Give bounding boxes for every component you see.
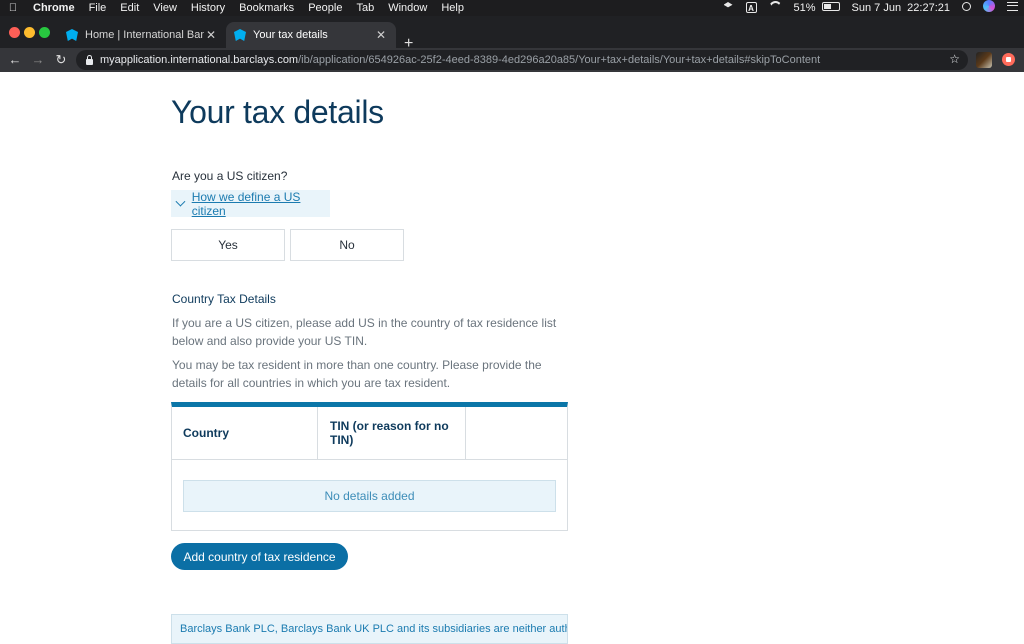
tab-your-tax-details[interactable]: Your tax details ✕ — [226, 22, 396, 48]
menu-edit[interactable]: Edit — [113, 0, 146, 16]
page-content: Your tax details Are you a US citizen? H… — [0, 72, 1024, 640]
apple-menu-icon[interactable]:  — [0, 2, 26, 14]
siri-icon[interactable] — [983, 0, 995, 12]
tab-label: Your tax details — [253, 29, 374, 41]
table-divider — [172, 459, 567, 460]
close-window-button[interactable] — [9, 27, 20, 38]
column-header-tin: TIN (or reason for no TIN) — [318, 407, 466, 459]
page-title: Your tax details — [171, 94, 384, 131]
tax-residency-instruction: You may be tax resident in more than one… — [172, 356, 572, 392]
menu-help[interactable]: Help — [434, 0, 471, 16]
menu-window[interactable]: Window — [381, 0, 434, 16]
reload-icon[interactable]: ↻ — [52, 51, 70, 69]
close-tab-icon[interactable]: ✕ — [204, 28, 218, 42]
bookmark-star-icon[interactable]: ☆ — [949, 52, 960, 66]
address-bar[interactable]: myapplication.international.barclays.com… — [76, 50, 968, 70]
menu-view[interactable]: View — [146, 0, 184, 16]
input-source-icon[interactable]: A — [746, 2, 757, 13]
forward-icon[interactable]: → — [29, 51, 47, 69]
url-path: /ib/application/654926ac-25f2-4eed-8389-… — [298, 54, 820, 66]
lock-icon[interactable] — [86, 59, 93, 65]
minimize-window-button[interactable] — [24, 27, 35, 38]
define-us-citizen-link[interactable]: How we define a US citizen — [192, 190, 330, 218]
spotlight-search-icon[interactable] — [962, 2, 971, 11]
tax-residence-table: Country TIN (or reason for no TIN) No de… — [171, 402, 568, 531]
fullscreen-window-button[interactable] — [39, 27, 50, 38]
us-citizen-question: Are you a US citizen? — [172, 169, 287, 183]
tab-home-international-banking[interactable]: Home | International Banking | ✕ — [58, 22, 226, 48]
battery-percent: 51% — [788, 0, 822, 16]
url-host: myapplication.international.barclays.com — [100, 54, 298, 66]
back-icon[interactable]: ← — [6, 51, 24, 69]
close-tab-icon[interactable]: ✕ — [374, 28, 388, 42]
empty-table-message: No details added — [183, 480, 556, 512]
extension-icon[interactable] — [1002, 53, 1015, 66]
macos-menubar:  Chrome File Edit View History Bookmark… — [0, 0, 1024, 16]
menu-bookmarks[interactable]: Bookmarks — [232, 0, 301, 16]
battery-icon[interactable] — [822, 2, 840, 11]
menu-people[interactable]: People — [301, 0, 349, 16]
menu-file[interactable]: File — [82, 0, 114, 16]
column-header-country: Country — [172, 407, 318, 459]
menu-history[interactable]: History — [184, 0, 232, 16]
yes-button[interactable]: Yes — [171, 229, 285, 261]
dropbox-icon[interactable] — [723, 2, 734, 11]
barclays-favicon — [66, 29, 78, 41]
column-header-actions — [466, 407, 566, 459]
profile-avatar-icon[interactable] — [976, 52, 992, 68]
menubar-clock[interactable]: Sun 7 Jun 22:27:21 — [846, 0, 956, 16]
browser-tab-strip: Home | International Banking | ✕ Your ta… — [0, 16, 1024, 48]
add-country-button[interactable]: Add country of tax residence — [171, 543, 348, 570]
browser-toolbar: ← → ↻ myapplication.international.barcla… — [0, 48, 1024, 72]
notification-list-icon[interactable] — [1007, 2, 1018, 11]
menu-app-chrome[interactable]: Chrome — [26, 0, 82, 16]
menubar-status-area: A 51% Sun 7 Jun 22:27:21 — [717, 0, 1024, 16]
wifi-icon[interactable] — [769, 1, 782, 11]
us-citizen-instruction: If you are a US citizen, please add US i… — [172, 314, 572, 350]
barclays-favicon — [234, 29, 246, 41]
menu-tab[interactable]: Tab — [349, 0, 381, 16]
country-tax-details-heading: Country Tax Details — [172, 292, 276, 306]
no-button[interactable]: No — [290, 229, 404, 261]
tab-label: Home | International Banking | — [85, 29, 204, 41]
us-citizen-definition-toggle[interactable]: How we define a US citizen — [171, 190, 330, 217]
chevron-down-icon — [176, 197, 186, 207]
